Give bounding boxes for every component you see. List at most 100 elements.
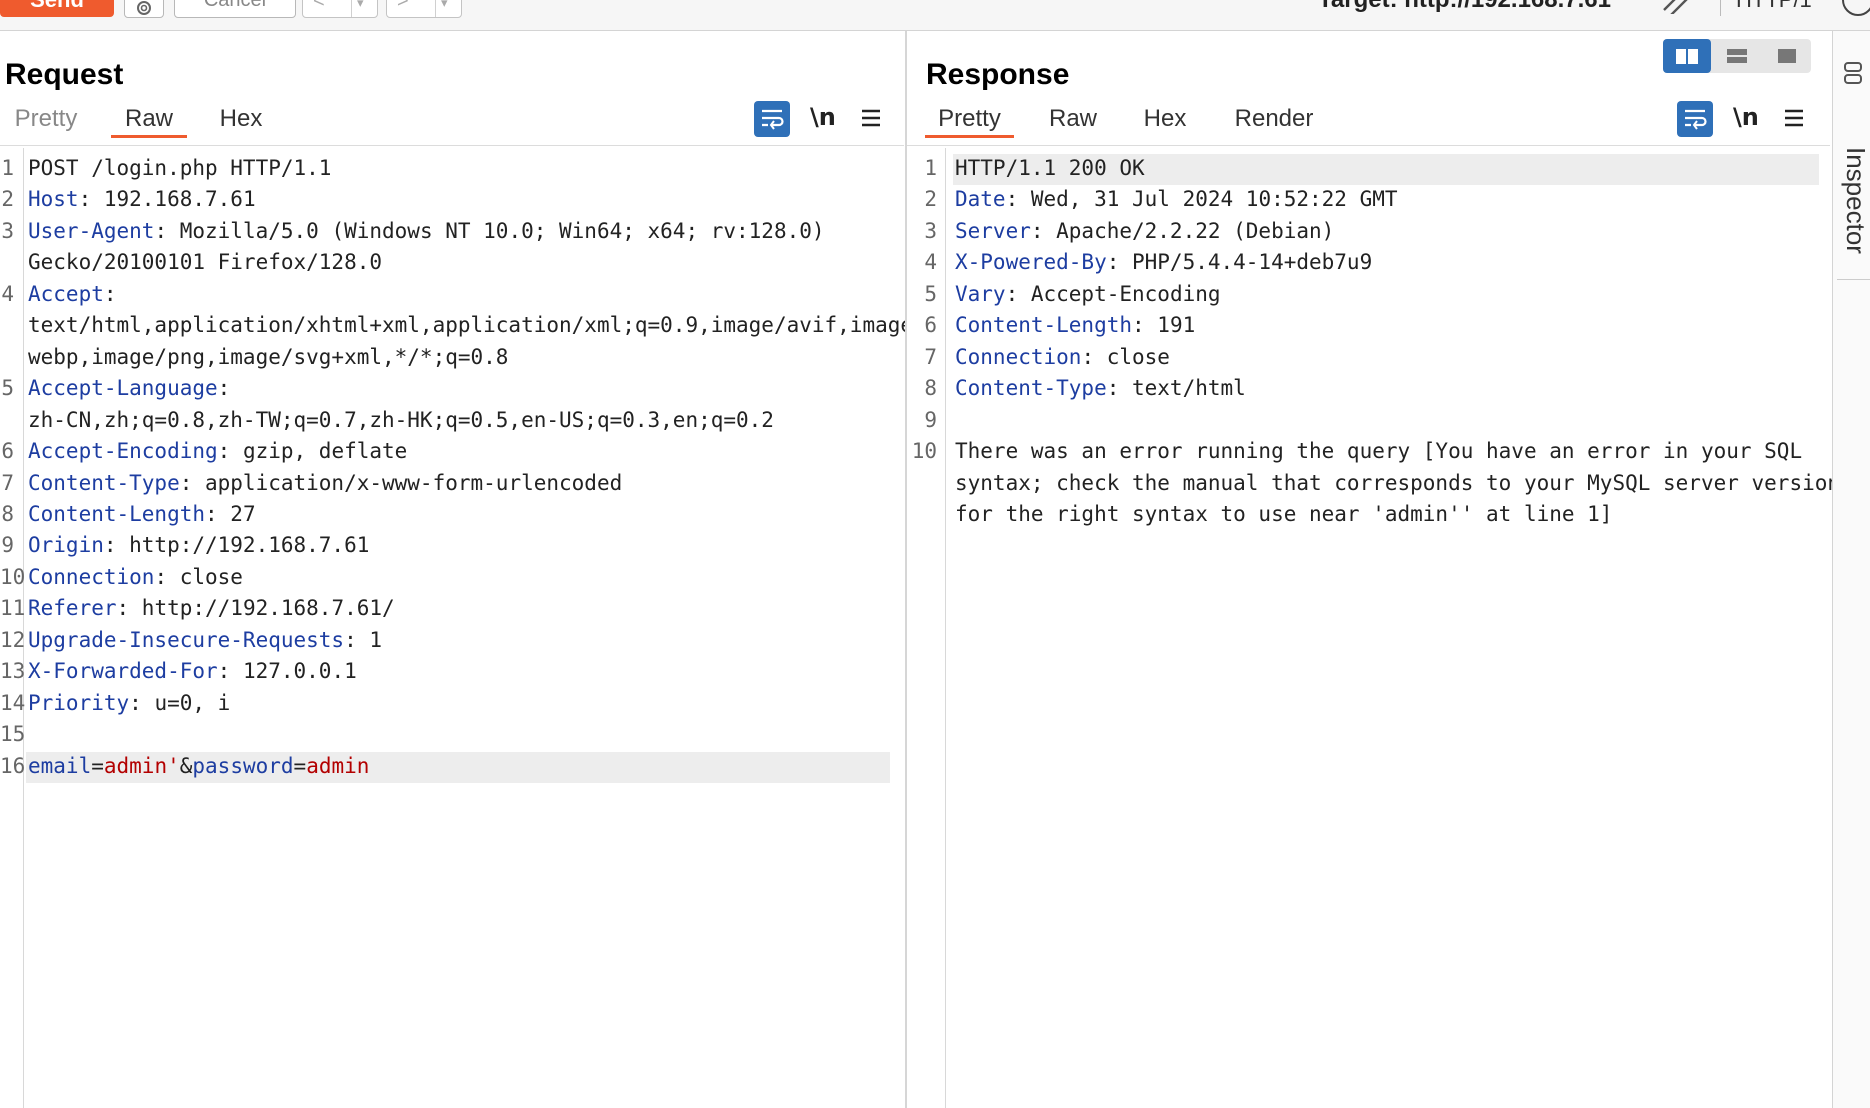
tab-hex[interactable]: Hex [1136,103,1194,137]
text-segment: : application/x-www-form-urlencoded [179,470,623,495]
hamburger-icon [1785,109,1803,127]
pencil-icon [1663,0,1688,17]
rows-icon [1727,49,1747,63]
line-number: 9 [924,407,937,432]
text-segment: = [293,753,307,778]
inspector-sidebar[interactable]: Inspector [1832,31,1870,1108]
back-button[interactable]: < ▾ [302,0,378,18]
line-text: POST /login.php HTTP/1.1 [28,153,331,184]
line-text: Connection: close [955,342,1170,373]
protocol-label[interactable]: HTTP/1 [1736,0,1812,14]
text-segment: : text/html [1106,376,1246,401]
text-segment: syntax; check the manual that correspond… [955,470,1841,495]
line-text: zh-CN,zh;q=0.8,zh-TW;q=0.7,zh-HK;q=0.5,e… [28,405,774,436]
header-name: Server [955,218,1031,243]
header-name: Content-Type [955,376,1107,401]
line-number: 16 [0,753,26,778]
line-text: Gecko/20100101 Firefox/128.0 [28,247,382,278]
cancel-button[interactable]: Cancel [174,0,296,18]
hamburger-icon [862,109,880,127]
line-text: text/html,application/xhtml+xml,applicat… [28,310,926,341]
header-name: Origin [28,533,104,558]
word-wrap-button[interactable] [754,101,790,137]
line-text: email=admin'&password=admin [28,751,369,782]
request-pane: Request Pretty Raw Hex \n 1 POST /login.p… [0,31,926,1108]
header-name: Accept [28,281,104,306]
line-text: Content-Type: text/html [955,373,1246,404]
line-text: X-Powered-By: PHP/5.4.4-14+deb7u9 [955,247,1372,278]
tab-pretty[interactable]: Pretty [11,103,81,137]
line-number: 5 [1,376,14,401]
chevron-down-icon[interactable]: ▾ [441,0,448,17]
line-number: 11 [0,596,26,621]
target-label: Target: http://192.168.7.61 [1318,0,1611,14]
inspector-layout-icon [1844,62,1862,84]
tab-raw[interactable]: Raw [111,103,187,138]
text-segment: : Apache/2.2.22 (Debian) [1030,218,1335,243]
newline-toggle[interactable]: \n [810,103,836,131]
line-number: 2 [1,187,14,212]
single-pane-layout-button[interactable] [1763,39,1811,73]
side-by-side-layout-button[interactable] [1663,39,1711,73]
inspector-label[interactable]: Inspector [1839,147,1870,287]
line-text: Accept-Encoding: gzip, deflate [28,436,407,467]
line-number [907,499,937,530]
response-editor[interactable]: 1 HTTP/1.1 200 OK 2 Date: Wed, 31 Jul 2024 … [907,148,1840,1108]
line-text: Connection: close [28,562,243,593]
line-text: Content-Length: 27 [28,499,256,530]
param-value: admin [306,753,370,778]
response-title: Response [926,58,1070,91]
text-segment: : close [154,564,243,589]
text-segment: : http://192.168.7.61/ [116,596,395,621]
send-button[interactable]: Send [0,0,114,17]
header-name: email [28,753,92,778]
edit-target-button[interactable] [1660,0,1694,19]
text-segment: POST /login.php HTTP/1.1 [28,156,332,180]
help-icon[interactable] [1842,0,1870,16]
menu-button[interactable] [1783,107,1805,134]
tab-hex[interactable]: Hex [214,103,268,137]
text-segment: : Accept-Encoding [1005,281,1221,306]
request-editor[interactable]: 1 POST /login.php HTTP/1.1 2 Host: 192.168.… [0,148,926,1108]
line-text: syntax; check the manual that correspond… [955,468,1840,499]
wrap-icon [1685,109,1707,130]
forward-arrow-icon: > [397,0,409,12]
text-segment: HTTP/1.1 200 OK [955,156,1145,180]
text-segment: = [91,753,104,778]
text-segment: : 127.0.0.1 [217,659,357,684]
header-name: Accept-Language [28,376,218,401]
line-text: Accept: [28,279,117,310]
code-line[interactable]: 16 email=admin'&password=admin [0,751,904,788]
divider [0,145,904,146]
text-segment: : http://192.168.7.61 [103,533,370,558]
header-name: X-Forwarded-For [28,659,218,684]
layout-toggle-group [1663,39,1811,73]
forward-button[interactable]: > ▾ [386,0,462,18]
word-wrap-button[interactable] [1677,101,1713,137]
single-pane-icon [1778,49,1796,63]
tab-raw[interactable]: Raw [1043,103,1103,137]
stacked-layout-button[interactable] [1713,39,1761,73]
newline-toggle[interactable]: \n [1733,103,1759,131]
code-line[interactable]: for the right syntax to use near 'admin'… [907,499,1830,536]
line-number: 6 [1,439,14,464]
line-text: User-Agent: Mozilla/5.0 (Windows NT 10.0… [28,216,825,247]
response-tabs: Pretty Raw Hex Render [907,103,1507,138]
line-text: webp,image/png,image/svg+xml,*/*;q=0.8 [28,342,508,373]
line-text: Origin: http://192.168.7.61 [28,530,369,561]
header-name: Host [28,187,79,212]
chevron-down-icon[interactable]: ▾ [357,0,364,17]
header-name: X-Powered-By [955,250,1107,275]
line-number: 10 [0,564,26,589]
line-text: Upgrade-Insecure-Requests: 1 [28,625,382,656]
line-number: 5 [924,281,937,306]
tab-pretty[interactable]: Pretty [925,103,1014,138]
menu-button[interactable] [860,107,882,134]
settings-button[interactable] [124,0,164,18]
line-number [0,310,14,341]
line-number: 7 [924,344,937,369]
text-segment: : [103,281,117,306]
line-text: X-Forwarded-For: 127.0.0.1 [28,656,357,687]
tab-render[interactable]: Render [1229,103,1319,137]
text-segment: : 191 [1132,313,1196,338]
